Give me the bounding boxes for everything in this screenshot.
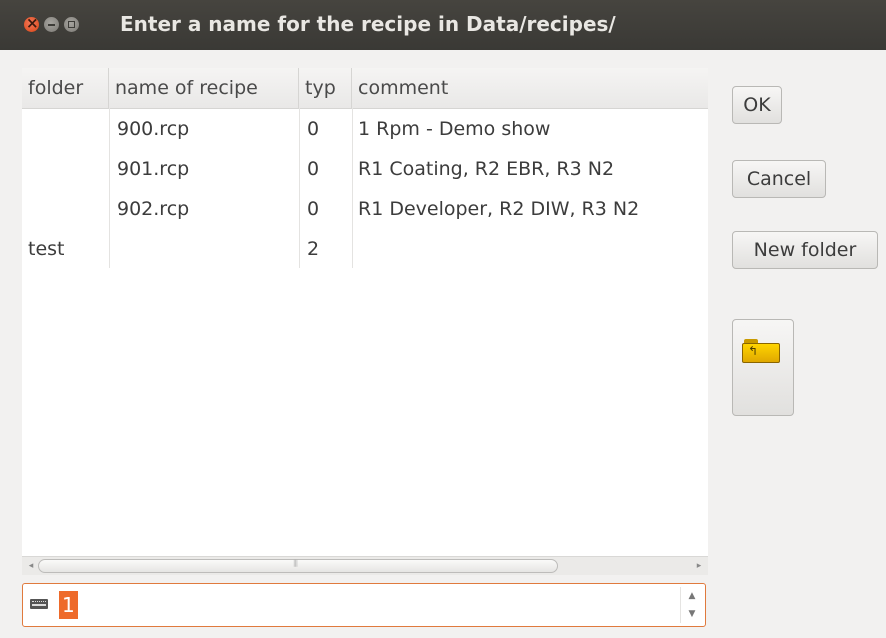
window-title: Enter a name for the recipe in Data/reci… bbox=[120, 12, 616, 36]
scroll-left-icon[interactable]: ◂ bbox=[25, 560, 37, 572]
table-row[interactable]: 901.rcp 0 R1 Coating, R2 EBR, R3 N2 bbox=[22, 149, 708, 189]
cell-name bbox=[109, 229, 299, 269]
table-row[interactable]: 902.rcp 0 R1 Developer, R2 DIW, R3 N2 bbox=[22, 189, 708, 229]
cell-folder: test bbox=[28, 238, 65, 260]
input-value[interactable]: 1 bbox=[59, 591, 78, 619]
column-header-folder[interactable]: folder bbox=[22, 68, 109, 108]
spin-up-icon[interactable]: ▲ bbox=[681, 587, 703, 605]
folder-up-button[interactable]: ↰ bbox=[732, 319, 794, 416]
cell-name: 901.rcp bbox=[117, 158, 190, 180]
cancel-button[interactable]: Cancel bbox=[732, 160, 826, 198]
scroll-right-icon[interactable]: ▸ bbox=[693, 560, 705, 572]
table-header: folder name of recipe typ comment bbox=[22, 68, 708, 109]
column-header-name[interactable]: name of recipe bbox=[109, 68, 299, 108]
table-row[interactable]: test 2 bbox=[22, 229, 708, 269]
cell-name: 900.rcp bbox=[117, 118, 190, 140]
cell-name: 902.rcp bbox=[117, 198, 190, 220]
cell-comment: R1 Developer, R2 DIW, R3 N2 bbox=[358, 198, 640, 220]
column-header-comment[interactable]: comment bbox=[352, 68, 708, 108]
minimize-window-icon[interactable] bbox=[44, 17, 59, 32]
column-header-typ[interactable]: typ bbox=[299, 68, 352, 108]
cell-typ: 0 bbox=[307, 158, 320, 180]
cell-folder bbox=[22, 189, 109, 229]
cell-comment: 1 Rpm - Demo show bbox=[358, 118, 551, 140]
scrollbar-thumb[interactable] bbox=[38, 559, 558, 573]
recipe-table[interactable]: folder name of recipe typ comment 900.rc… bbox=[22, 68, 708, 556]
cell-comment bbox=[352, 229, 708, 269]
maximize-window-icon[interactable] bbox=[64, 17, 79, 32]
table-row[interactable]: 900.rcp 0 1 Rpm - Demo show bbox=[22, 109, 708, 149]
keyboard-icon[interactable] bbox=[30, 599, 48, 609]
recipe-name-input[interactable]: 1 ▲ ▼ bbox=[22, 583, 706, 627]
close-window-icon[interactable] bbox=[24, 14, 39, 32]
new-folder-button[interactable]: New folder bbox=[732, 231, 878, 269]
input-spinner[interactable]: ▲ ▼ bbox=[680, 587, 703, 623]
title-bar: Enter a name for the recipe in Data/reci… bbox=[0, 0, 886, 50]
folder-up-icon: ↰ bbox=[742, 339, 780, 363]
spin-down-icon[interactable]: ▼ bbox=[681, 605, 703, 623]
cell-typ: 0 bbox=[307, 118, 320, 140]
cell-folder bbox=[22, 109, 109, 149]
cell-typ: 0 bbox=[307, 198, 320, 220]
cell-typ: 2 bbox=[307, 238, 320, 260]
cell-folder bbox=[22, 149, 109, 189]
horizontal-scrollbar[interactable]: ◂ ▸ bbox=[22, 556, 708, 575]
ok-button[interactable]: OK bbox=[732, 86, 782, 124]
cell-comment: R1 Coating, R2 EBR, R3 N2 bbox=[358, 158, 615, 180]
